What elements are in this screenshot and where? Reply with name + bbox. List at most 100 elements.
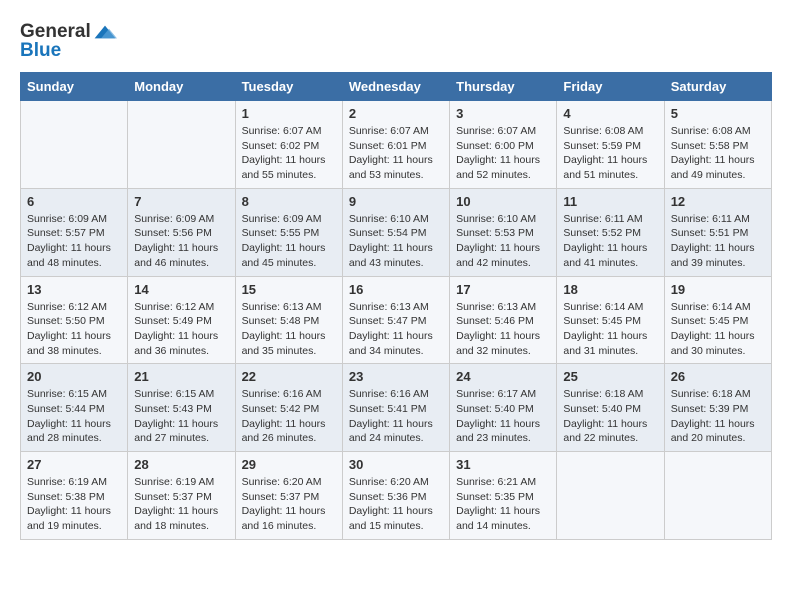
calendar-cell: 31 Sunrise: 6:21 AM Sunset: 5:35 PM Dayli… bbox=[450, 452, 557, 540]
cell-info: Sunrise: 6:18 AM Sunset: 5:40 PM Dayligh… bbox=[563, 387, 657, 446]
day-number: 15 bbox=[242, 282, 336, 297]
calendar-cell: 21 Sunrise: 6:15 AM Sunset: 5:43 PM Dayli… bbox=[128, 364, 235, 452]
calendar-cell: 14 Sunrise: 6:12 AM Sunset: 5:49 PM Dayli… bbox=[128, 276, 235, 364]
day-number: 8 bbox=[242, 194, 336, 209]
cell-info: Sunrise: 6:19 AM Sunset: 5:37 PM Dayligh… bbox=[134, 475, 228, 534]
day-number: 29 bbox=[242, 457, 336, 472]
day-number: 7 bbox=[134, 194, 228, 209]
cell-info: Sunrise: 6:13 AM Sunset: 5:48 PM Dayligh… bbox=[242, 300, 336, 359]
cell-info: Sunrise: 6:09 AM Sunset: 5:56 PM Dayligh… bbox=[134, 212, 228, 271]
calendar-week-row: 13 Sunrise: 6:12 AM Sunset: 5:50 PM Dayli… bbox=[21, 276, 772, 364]
cell-info: Sunrise: 6:16 AM Sunset: 5:42 PM Dayligh… bbox=[242, 387, 336, 446]
calendar-cell: 30 Sunrise: 6:20 AM Sunset: 5:36 PM Dayli… bbox=[342, 452, 449, 540]
cell-info: Sunrise: 6:11 AM Sunset: 5:52 PM Dayligh… bbox=[563, 212, 657, 271]
calendar-cell bbox=[21, 101, 128, 189]
cell-info: Sunrise: 6:15 AM Sunset: 5:44 PM Dayligh… bbox=[27, 387, 121, 446]
day-number: 12 bbox=[671, 194, 765, 209]
day-number: 23 bbox=[349, 369, 443, 384]
cell-info: Sunrise: 6:14 AM Sunset: 5:45 PM Dayligh… bbox=[671, 300, 765, 359]
day-header-sunday: Sunday bbox=[21, 73, 128, 101]
calendar-week-row: 1Sunrise: 6:07 AM Sunset: 6:02 PM Daylig… bbox=[21, 101, 772, 189]
calendar-cell: 16 Sunrise: 6:13 AM Sunset: 5:47 PM Dayli… bbox=[342, 276, 449, 364]
calendar-cell bbox=[557, 452, 664, 540]
cell-info: Sunrise: 6:17 AM Sunset: 5:40 PM Dayligh… bbox=[456, 387, 550, 446]
cell-info: Sunrise: 6:08 AM Sunset: 5:58 PM Dayligh… bbox=[671, 124, 765, 183]
cell-info: Sunrise: 6:20 AM Sunset: 5:37 PM Dayligh… bbox=[242, 475, 336, 534]
calendar-cell: 26 Sunrise: 6:18 AM Sunset: 5:39 PM Dayli… bbox=[664, 364, 771, 452]
calendar-cell: 20 Sunrise: 6:15 AM Sunset: 5:44 PM Dayli… bbox=[21, 364, 128, 452]
calendar-table: SundayMondayTuesdayWednesdayThursdayFrid… bbox=[20, 72, 772, 540]
calendar-week-row: 27 Sunrise: 6:19 AM Sunset: 5:38 PM Dayli… bbox=[21, 452, 772, 540]
day-number: 10 bbox=[456, 194, 550, 209]
cell-info: Sunrise: 6:16 AM Sunset: 5:41 PM Dayligh… bbox=[349, 387, 443, 446]
calendar-cell: 4Sunrise: 6:08 AM Sunset: 5:59 PM Daylig… bbox=[557, 101, 664, 189]
calendar-cell: 27 Sunrise: 6:19 AM Sunset: 5:38 PM Dayli… bbox=[21, 452, 128, 540]
calendar-cell: 19 Sunrise: 6:14 AM Sunset: 5:45 PM Dayli… bbox=[664, 276, 771, 364]
calendar-cell: 17 Sunrise: 6:13 AM Sunset: 5:46 PM Dayli… bbox=[450, 276, 557, 364]
day-header-friday: Friday bbox=[557, 73, 664, 101]
day-number: 6 bbox=[27, 194, 121, 209]
day-number: 24 bbox=[456, 369, 550, 384]
calendar-cell: 8 Sunrise: 6:09 AM Sunset: 5:55 PM Daylig… bbox=[235, 188, 342, 276]
day-number: 21 bbox=[134, 369, 228, 384]
day-number: 26 bbox=[671, 369, 765, 384]
calendar-cell: 3 Sunrise: 6:07 AM Sunset: 6:00 PM Daylig… bbox=[450, 101, 557, 189]
calendar-cell: 6Sunrise: 6:09 AM Sunset: 5:57 PM Daylig… bbox=[21, 188, 128, 276]
calendar-week-row: 20 Sunrise: 6:15 AM Sunset: 5:44 PM Dayli… bbox=[21, 364, 772, 452]
logo-icon bbox=[93, 20, 117, 44]
cell-info: Sunrise: 6:09 AM Sunset: 5:55 PM Dayligh… bbox=[242, 212, 336, 271]
day-header-saturday: Saturday bbox=[664, 73, 771, 101]
day-number: 13 bbox=[27, 282, 121, 297]
day-header-thursday: Thursday bbox=[450, 73, 557, 101]
day-number: 2 bbox=[349, 106, 443, 121]
cell-info: Sunrise: 6:19 AM Sunset: 5:38 PM Dayligh… bbox=[27, 475, 121, 534]
day-number: 16 bbox=[349, 282, 443, 297]
calendar-cell: 2 Sunrise: 6:07 AM Sunset: 6:01 PM Daylig… bbox=[342, 101, 449, 189]
day-header-wednesday: Wednesday bbox=[342, 73, 449, 101]
cell-info: Sunrise: 6:18 AM Sunset: 5:39 PM Dayligh… bbox=[671, 387, 765, 446]
cell-info: Sunrise: 6:07 AM Sunset: 6:02 PM Dayligh… bbox=[242, 124, 336, 183]
day-number: 18 bbox=[563, 282, 657, 297]
cell-info: Sunrise: 6:20 AM Sunset: 5:36 PM Dayligh… bbox=[349, 475, 443, 534]
calendar-cell: 29 Sunrise: 6:20 AM Sunset: 5:37 PM Dayli… bbox=[235, 452, 342, 540]
day-number: 27 bbox=[27, 457, 121, 472]
cell-info: Sunrise: 6:15 AM Sunset: 5:43 PM Dayligh… bbox=[134, 387, 228, 446]
day-header-tuesday: Tuesday bbox=[235, 73, 342, 101]
cell-info: Sunrise: 6:12 AM Sunset: 5:49 PM Dayligh… bbox=[134, 300, 228, 359]
day-number: 14 bbox=[134, 282, 228, 297]
calendar-week-row: 6Sunrise: 6:09 AM Sunset: 5:57 PM Daylig… bbox=[21, 188, 772, 276]
cell-info: Sunrise: 6:11 AM Sunset: 5:51 PM Dayligh… bbox=[671, 212, 765, 271]
calendar-cell: 11Sunrise: 6:11 AM Sunset: 5:52 PM Dayli… bbox=[557, 188, 664, 276]
calendar-cell: 5Sunrise: 6:08 AM Sunset: 5:58 PM Daylig… bbox=[664, 101, 771, 189]
calendar-cell: 9Sunrise: 6:10 AM Sunset: 5:54 PM Daylig… bbox=[342, 188, 449, 276]
day-header-monday: Monday bbox=[128, 73, 235, 101]
calendar-cell: 1Sunrise: 6:07 AM Sunset: 6:02 PM Daylig… bbox=[235, 101, 342, 189]
calendar-cell bbox=[128, 101, 235, 189]
page-header: General Blue bbox=[20, 20, 772, 62]
day-number: 17 bbox=[456, 282, 550, 297]
cell-info: Sunrise: 6:12 AM Sunset: 5:50 PM Dayligh… bbox=[27, 300, 121, 359]
day-number: 4 bbox=[563, 106, 657, 121]
day-number: 3 bbox=[456, 106, 550, 121]
cell-info: Sunrise: 6:10 AM Sunset: 5:54 PM Dayligh… bbox=[349, 212, 443, 271]
cell-info: Sunrise: 6:21 AM Sunset: 5:35 PM Dayligh… bbox=[456, 475, 550, 534]
day-number: 31 bbox=[456, 457, 550, 472]
day-number: 19 bbox=[671, 282, 765, 297]
day-number: 22 bbox=[242, 369, 336, 384]
calendar-cell: 22 Sunrise: 6:16 AM Sunset: 5:42 PM Dayli… bbox=[235, 364, 342, 452]
calendar-cell: 7 Sunrise: 6:09 AM Sunset: 5:56 PM Daylig… bbox=[128, 188, 235, 276]
day-number: 28 bbox=[134, 457, 228, 472]
calendar-cell: 28 Sunrise: 6:19 AM Sunset: 5:37 PM Dayli… bbox=[128, 452, 235, 540]
calendar-cell: 24 Sunrise: 6:17 AM Sunset: 5:40 PM Dayli… bbox=[450, 364, 557, 452]
cell-info: Sunrise: 6:13 AM Sunset: 5:47 PM Dayligh… bbox=[349, 300, 443, 359]
calendar-cell: 10Sunrise: 6:10 AM Sunset: 5:53 PM Dayli… bbox=[450, 188, 557, 276]
day-number: 30 bbox=[349, 457, 443, 472]
cell-info: Sunrise: 6:07 AM Sunset: 6:00 PM Dayligh… bbox=[456, 124, 550, 183]
cell-info: Sunrise: 6:07 AM Sunset: 6:01 PM Dayligh… bbox=[349, 124, 443, 183]
calendar-header-row: SundayMondayTuesdayWednesdayThursdayFrid… bbox=[21, 73, 772, 101]
cell-info: Sunrise: 6:13 AM Sunset: 5:46 PM Dayligh… bbox=[456, 300, 550, 359]
calendar-cell: 12 Sunrise: 6:11 AM Sunset: 5:51 PM Dayli… bbox=[664, 188, 771, 276]
day-number: 20 bbox=[27, 369, 121, 384]
day-number: 25 bbox=[563, 369, 657, 384]
calendar-cell bbox=[664, 452, 771, 540]
